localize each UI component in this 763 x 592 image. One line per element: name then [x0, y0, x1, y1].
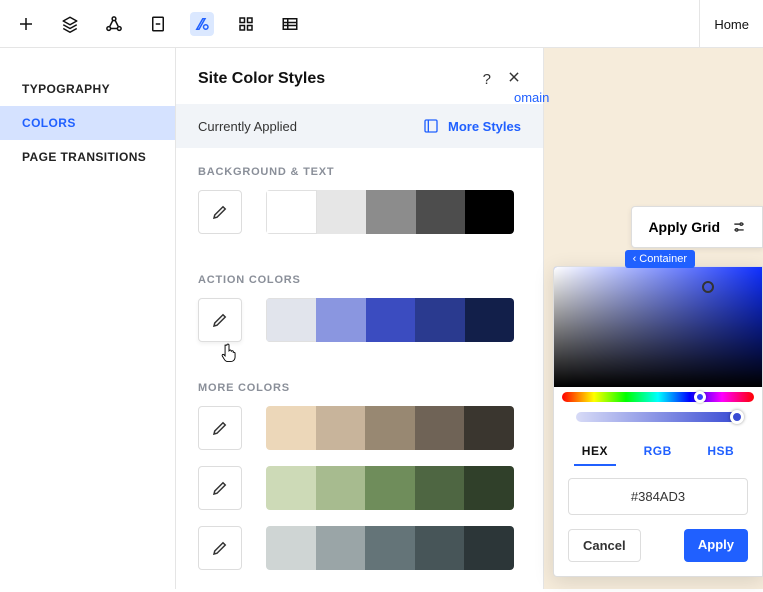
swatch[interactable]: [464, 466, 514, 510]
color-picker-popover: HEX RGB HSB Cancel Apply: [553, 266, 763, 577]
hue-handle[interactable]: [694, 391, 706, 403]
swatch[interactable]: [464, 526, 514, 570]
swatch[interactable]: [366, 190, 415, 234]
swatch[interactable]: [366, 298, 415, 342]
settings-adjust-icon: [732, 220, 746, 234]
tab-hsb[interactable]: HSB: [699, 438, 742, 466]
top-toolbar: Home: [0, 0, 763, 48]
sidebar-item-colors[interactable]: COLORS: [0, 106, 175, 140]
apps-icon[interactable]: [234, 12, 258, 36]
edit-action-colors-button[interactable]: [198, 298, 242, 342]
palette-bg-text[interactable]: [266, 190, 514, 234]
palette-action[interactable]: [266, 298, 514, 342]
container-tag[interactable]: ‹ Container: [625, 250, 695, 268]
section-title-bg-text: BACKGROUND & TEXT: [198, 166, 521, 178]
swatch[interactable]: [464, 406, 514, 450]
swatch[interactable]: [266, 526, 316, 570]
color-styles-panel: Site Color Styles ? Currently Applied Mo…: [176, 48, 544, 589]
hue-slider[interactable]: [562, 392, 754, 402]
edit-bg-text-button[interactable]: [198, 190, 242, 234]
domain-link[interactable]: omain: [514, 90, 549, 105]
canvas: omain Apply Grid ‹ Container HEX RGB HSB: [544, 48, 763, 589]
swatch[interactable]: [316, 466, 366, 510]
section-title-action: ACTION COLORS: [198, 274, 521, 286]
swatch[interactable]: [415, 298, 464, 342]
edit-more-colors-2-button[interactable]: [198, 466, 242, 510]
help-icon[interactable]: ?: [483, 71, 491, 88]
swatch[interactable]: [365, 526, 415, 570]
tab-home[interactable]: Home: [699, 0, 763, 48]
sidebar-item-typography[interactable]: TYPOGRAPHY: [0, 72, 175, 106]
edit-more-colors-1-button[interactable]: [198, 406, 242, 450]
styles-icon[interactable]: [190, 12, 214, 36]
sidebar-item-page-transitions[interactable]: PAGE TRANSITIONS: [0, 140, 175, 174]
swatch[interactable]: [266, 298, 316, 342]
swatch[interactable]: [415, 406, 465, 450]
swatch[interactable]: [465, 298, 514, 342]
swatch[interactable]: [415, 526, 465, 570]
saturation-box[interactable]: [554, 267, 762, 387]
opacity-handle[interactable]: [730, 410, 744, 424]
swatch[interactable]: [266, 406, 316, 450]
cancel-button[interactable]: Cancel: [568, 529, 641, 562]
palette-more-3[interactable]: [266, 526, 514, 570]
swatch[interactable]: [316, 406, 366, 450]
page-icon[interactable]: [146, 12, 170, 36]
section-bg-text: BACKGROUND & TEXT: [176, 148, 543, 256]
close-icon[interactable]: [507, 70, 521, 88]
opacity-slider[interactable]: [576, 412, 740, 422]
swatch[interactable]: [316, 298, 365, 342]
design-sidebar: TYPOGRAPHY COLORS PAGE TRANSITIONS: [0, 48, 176, 589]
share-icon[interactable]: [102, 12, 126, 36]
tab-rgb[interactable]: RGB: [636, 438, 680, 466]
section-title-more: MORE COLORS: [198, 382, 521, 394]
swatch[interactable]: [266, 466, 316, 510]
swatch[interactable]: [416, 190, 465, 234]
currently-applied-label: Currently Applied: [198, 119, 297, 134]
color-mode-tabs: HEX RGB HSB: [564, 438, 752, 466]
table-icon[interactable]: [278, 12, 302, 36]
currently-applied-bar: Currently Applied More Styles: [176, 104, 543, 148]
palette-more-1[interactable]: [266, 406, 514, 450]
swatch[interactable]: [266, 190, 317, 234]
section-more-colors: MORE COLORS: [176, 364, 543, 592]
edit-more-colors-3-button[interactable]: [198, 526, 242, 570]
saturation-handle[interactable]: [702, 281, 714, 293]
panel-title: Site Color Styles: [198, 70, 325, 88]
hex-input[interactable]: [568, 478, 748, 515]
swatch[interactable]: [317, 190, 366, 234]
apply-grid-button[interactable]: Apply Grid: [631, 206, 763, 248]
layers-icon[interactable]: [58, 12, 82, 36]
palette-more-2[interactable]: [266, 466, 514, 510]
section-action-colors: ACTION COLORS: [176, 256, 543, 364]
swatch[interactable]: [316, 526, 366, 570]
tab-hex[interactable]: HEX: [574, 438, 616, 466]
swatch[interactable]: [365, 406, 415, 450]
chevron-left-icon: ‹: [633, 253, 637, 265]
plus-icon[interactable]: [14, 12, 38, 36]
apply-button[interactable]: Apply: [684, 529, 748, 562]
swatch[interactable]: [465, 190, 514, 234]
swatch[interactable]: [365, 466, 415, 510]
swatch[interactable]: [415, 466, 465, 510]
more-styles-link[interactable]: More Styles: [422, 118, 521, 134]
